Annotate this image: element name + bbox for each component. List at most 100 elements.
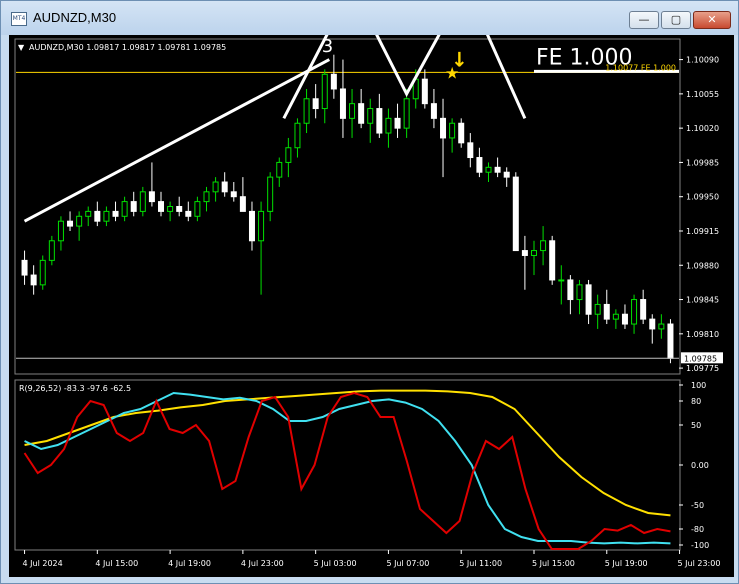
indicator-frame [14,379,681,551]
chart-window: MT4 AUDNZD,M30 — ▢ ✕ FE 1.000 1.10077 FE… [0,0,739,584]
close-icon: ✕ [707,13,717,26]
time-tick-label: 5 Jul 03:00 [314,559,357,568]
candle-body [594,303,601,315]
candle-body [158,201,165,212]
candle-body [485,166,492,173]
candle-body [285,147,292,163]
candle-body [57,220,64,242]
candle-body [621,313,628,325]
candle-body [403,98,410,129]
minimize-button[interactable]: — [629,11,659,29]
candle-body [494,166,501,173]
candle-body [321,73,328,110]
candle-body [521,250,528,256]
window-title: AUDNZD,M30 [33,10,117,25]
price-tick-label: 1.10055 [686,90,719,99]
candle-body [139,191,146,212]
candle-body [276,161,283,178]
price-tick-label: 1.09950 [686,193,719,202]
candle-body [658,323,665,330]
time-tick-label: 5 Jul 19:00 [605,559,648,568]
indicator-tick-label: 80 [691,397,701,406]
candle-body [239,196,246,212]
indicator-tick-label: -80 [691,525,704,534]
price-tick-label: 1.09915 [686,227,719,236]
candle-body [430,103,437,119]
wave-label: 3 [322,36,333,57]
candle-body [76,215,83,227]
price-tick-label: 1.10090 [686,56,719,65]
candle-body [203,191,210,203]
pattern-line [23,58,331,223]
candle-body [449,122,456,139]
time-tick-label: 5 Jul 15:00 [532,559,575,568]
app-icon: MT4 [11,12,27,26]
candle-body [312,98,319,110]
candle-body [167,206,174,212]
candle-body [21,259,28,276]
candle-body [294,122,301,149]
candle-body [112,210,119,217]
candle-body [148,191,155,203]
candle-body [130,201,137,212]
candle-body [567,279,574,301]
candle-body [349,103,356,119]
time-tick-label: 5 Jul 07:00 [386,559,429,568]
time-tick-label: 4 Jul 15:00 [95,559,138,568]
price-axis: 1.10090 1.10055 1.10020 1.09985 1.09950 1.099… [679,56,719,373]
maximize-button[interactable]: ▢ [661,11,691,29]
candle-body [558,279,565,282]
candle-body [339,88,346,119]
candle-body [585,284,592,315]
minimize-icon: — [638,13,650,26]
candle-body [39,259,46,286]
candle-body [385,117,392,134]
time-axis: 4 Jul 2024 4 Jul 15:00 4 Jul 19:00 4 Jul 23… [23,550,720,568]
candle-body [421,78,428,105]
time-tick-label: 4 Jul 23:00 [241,559,284,568]
time-tick-label: 4 Jul 19:00 [168,559,211,568]
price-tick-label: 1.09880 [686,261,719,270]
price-tick-label: 1.09810 [686,330,719,339]
candle-body [121,201,128,217]
indicator-axis: 100 80 50 0.00 -50 -80 -100 [679,381,709,550]
candle-body [367,108,374,124]
price-tick-label: 1.10020 [686,124,719,133]
candle-body [540,240,547,252]
candle-body [212,181,219,193]
close-button[interactable]: ✕ [693,11,731,29]
candle-body [221,181,228,193]
candle-body [358,103,365,124]
candle-body [303,98,310,124]
indicator-tick-label: 0.00 [691,461,709,470]
candle-body [258,210,265,242]
current-price-group: 1.09785 [16,352,723,364]
candle-body [67,220,74,227]
chart-menu-triangle-icon[interactable]: ▼ [18,43,25,52]
indicator-tick-label: -50 [691,501,704,510]
price-tick-label: 1.09775 [686,364,719,373]
candle-body [394,117,401,129]
candles-group [21,54,674,364]
candle-body [576,284,583,301]
candle-body [640,299,647,320]
chart-area[interactable]: FE 1.000 1.10077 FE 1.000 3 ★ ↓ AUDNZD,M… [9,0,734,577]
candle-body [631,299,638,325]
candle-body [376,108,383,134]
candle-body [667,323,674,359]
current-price-label: 1.09785 [684,354,717,363]
candle-body [267,176,274,212]
candle-body [476,157,483,173]
candle-body [185,210,192,217]
indicator-tick-label: -100 [691,541,709,550]
chart-svg[interactable]: FE 1.000 1.10077 FE 1.000 3 ★ ↓ AUDNZD,M… [9,0,734,577]
candle-body [649,318,656,330]
candle-body [458,122,465,144]
candle-body [612,313,619,320]
candle-body [85,210,92,217]
candle-body [467,142,474,159]
title-bar[interactable]: MT4 AUDNZD,M30 — ▢ ✕ [1,1,738,35]
main-plot-frame [14,38,681,375]
candle-body [530,250,537,256]
indicator-yellow-line [24,389,671,517]
